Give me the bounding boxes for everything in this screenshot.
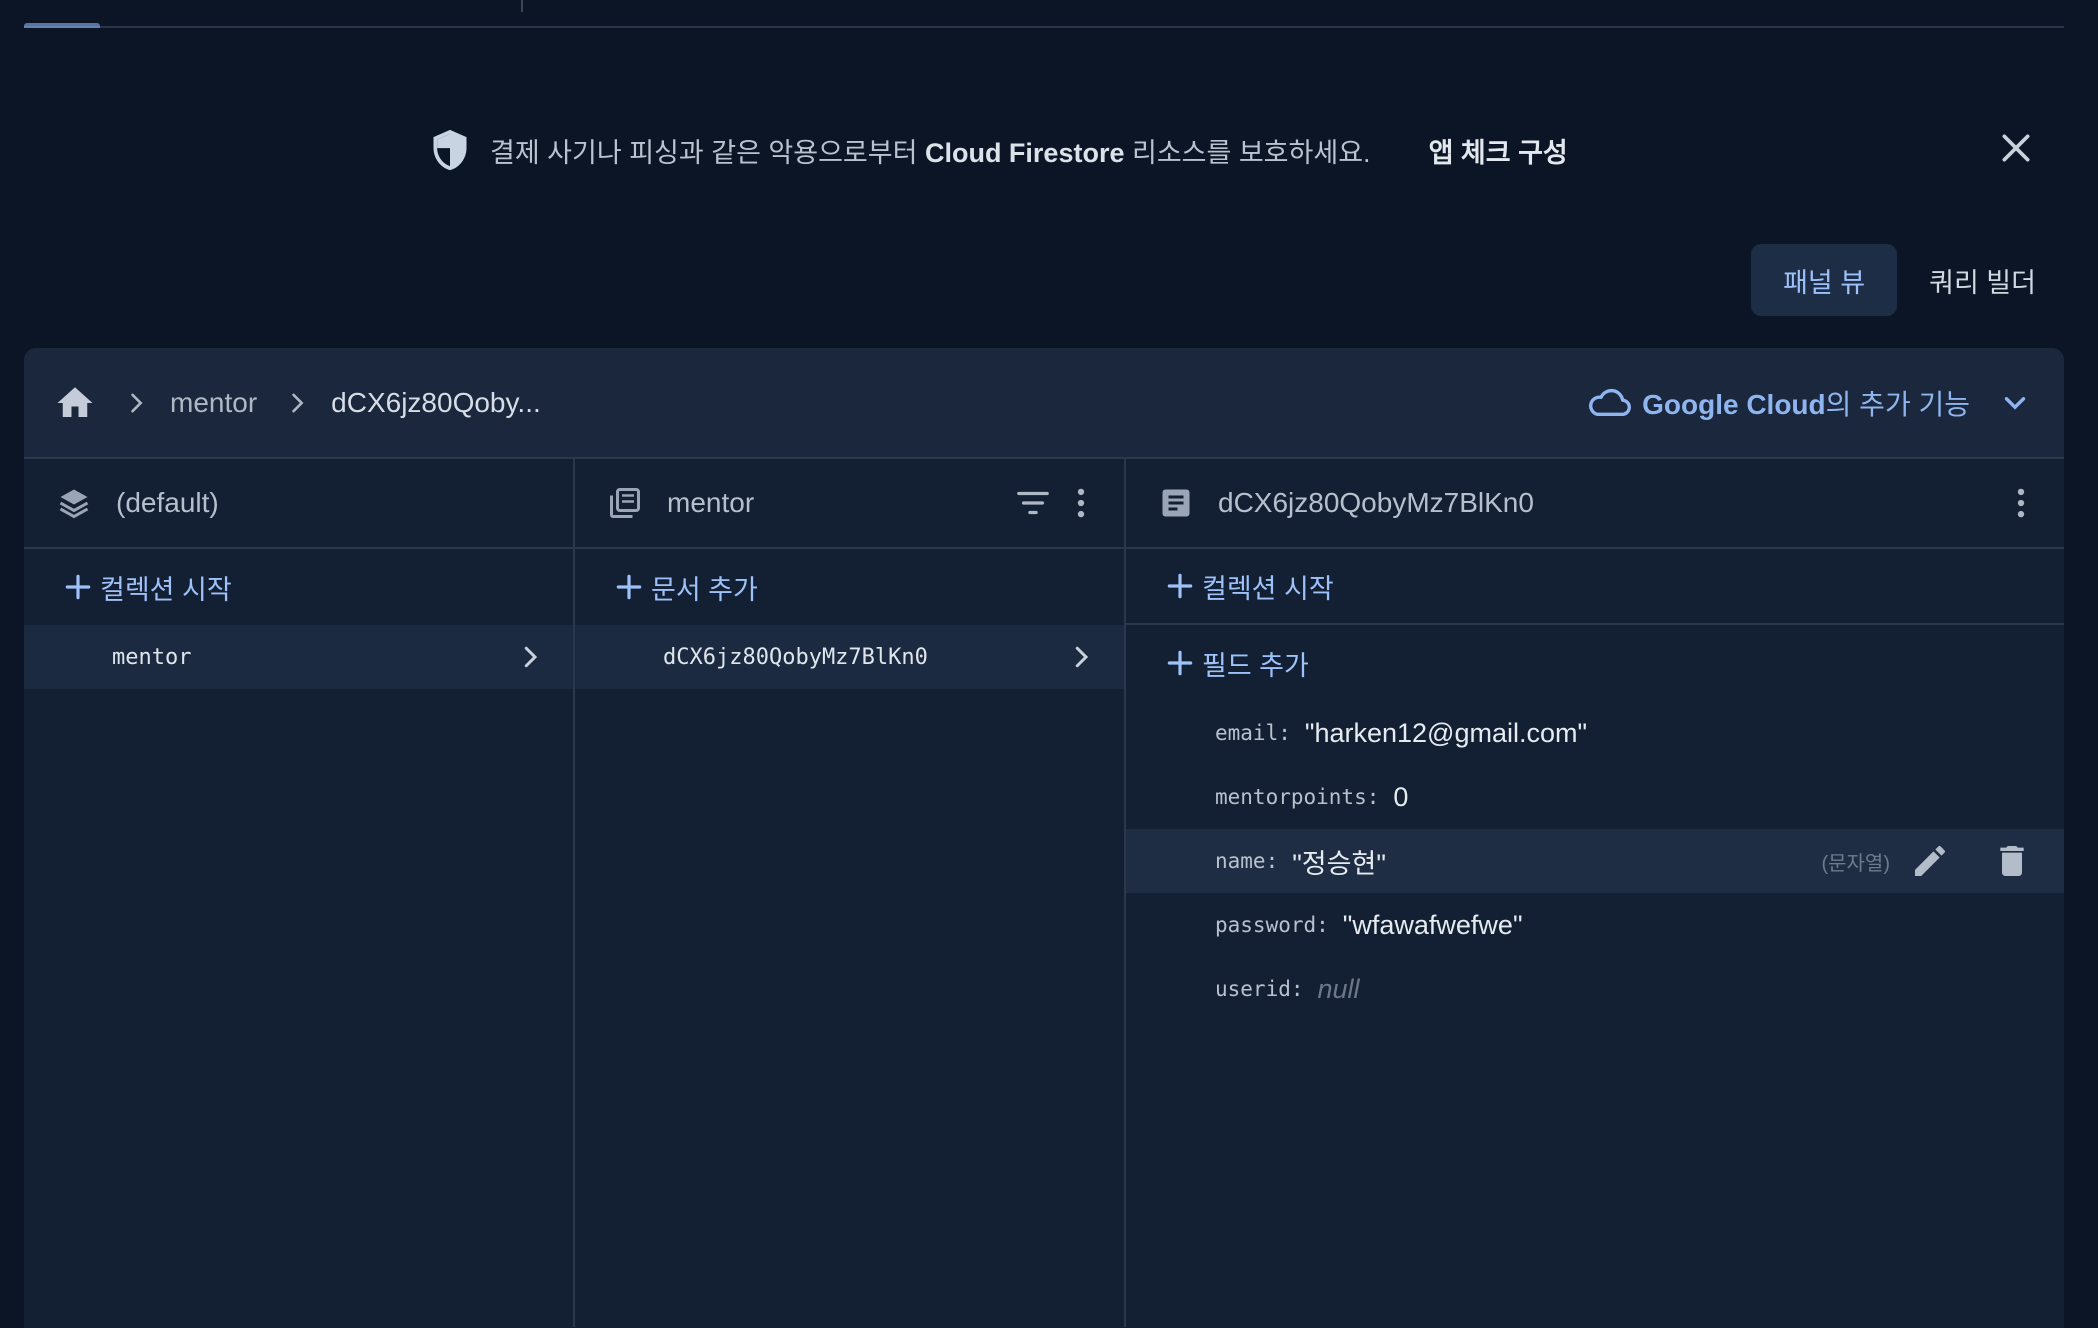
breadcrumb-item-document[interactable]: dCX6jz80Qoby... — [331, 387, 541, 419]
field-row-name[interactable]: name: "정승현" (문자열) — [1126, 829, 2064, 893]
close-icon[interactable] — [1996, 128, 2036, 168]
trash-icon[interactable] — [1992, 841, 2032, 881]
column-header: (default) — [24, 459, 573, 549]
firestore-data-card: mentor dCX6jz80Qoby... Google Cloud의 추가 … — [24, 348, 2064, 1328]
chevron-right-icon — [292, 393, 304, 412]
field-type-label: (문자열) — [1821, 852, 1890, 875]
database-stack-icon — [59, 489, 89, 519]
field-row-mentorpoints[interactable]: mentorpoints: 0 — [1126, 765, 2064, 829]
collection-column: mentor 문서 추가 dCX6jz80QobyMz7BlKn0 — [575, 459, 1126, 1327]
field-row-userid[interactable]: userid: null — [1126, 957, 2064, 1021]
database-column: (default) 컬렉션 시작 mentor — [24, 459, 575, 1327]
field-value: "정승현" — [1292, 848, 1386, 879]
plus-icon — [1167, 650, 1193, 676]
plus-icon — [616, 574, 642, 600]
field-key: mentorpoints: — [1215, 785, 1380, 809]
home-icon[interactable] — [54, 382, 96, 424]
add-field-button[interactable]: 필드 추가 — [1126, 625, 2064, 701]
plus-icon — [65, 574, 91, 600]
chevron-right-icon — [1075, 646, 1089, 668]
top-tab-underline — [24, 0, 2064, 28]
field-value-null: null — [1317, 973, 1360, 1004]
database-title: (default) — [116, 487, 219, 518]
google-cloud-extensions-button[interactable]: Google Cloud의 추가 기능 — [1586, 383, 2032, 423]
app-check-banner: 결제 사기나 피싱과 같은 악용으로부터 Cloud Firestore 리소스… — [428, 124, 1568, 176]
breadcrumb: mentor dCX6jz80Qoby... Google Cloud의 추가 … — [24, 348, 2064, 459]
document-id: dCX6jz80QobyMz7BlKn0 — [663, 644, 928, 670]
plus-icon — [1167, 573, 1193, 599]
tab-divider — [521, 0, 523, 12]
query-builder-button[interactable]: 쿼리 빌더 — [1897, 244, 2068, 316]
field-value: 0 — [1393, 781, 1409, 812]
google-cloud-label: Google Cloud의 추가 기능 — [1642, 388, 1970, 420]
field-key: email: — [1215, 721, 1291, 745]
collection-icon — [610, 488, 640, 518]
view-toggle: 패널 뷰 쿼리 빌더 — [1751, 244, 2068, 316]
field-value: "wfawafwefwe" — [1342, 909, 1523, 940]
field-value: "harken12@gmail.com" — [1304, 717, 1588, 748]
active-tab-indicator — [24, 23, 100, 28]
more-vert-icon[interactable] — [1062, 484, 1100, 522]
chevron-right-icon — [131, 393, 143, 412]
start-collection-button[interactable]: 컬렉션 시작 — [24, 549, 573, 625]
shield-icon — [433, 129, 467, 171]
list-item[interactable]: mentor — [24, 625, 573, 689]
field-row-password[interactable]: password: "wfawafwefwe" — [1126, 893, 2064, 957]
banner-message: 결제 사기나 피싱과 같은 악용으로부터 Cloud Firestore 리소스… — [490, 137, 1371, 168]
configure-app-check-link[interactable]: 앱 체크 구성 — [1429, 131, 1568, 170]
column-header: dCX6jz80QobyMz7BlKn0 — [1126, 459, 2064, 549]
edit-pencil-icon[interactable] — [1910, 841, 1950, 881]
column-header: mentor — [575, 459, 1124, 549]
field-key: name: — [1215, 849, 1279, 873]
chevron-down-icon — [2004, 396, 2026, 410]
filter-icon[interactable] — [1014, 484, 1052, 522]
cloud-icon — [1589, 388, 1632, 416]
field-row-email[interactable]: email: "harken12@gmail.com" — [1126, 701, 2064, 765]
document-title: dCX6jz80QobyMz7BlKn0 — [1218, 487, 1534, 518]
document-column: dCX6jz80QobyMz7BlKn0 컬렉션 시작 필드 추가 email:… — [1126, 459, 2064, 1327]
add-document-button[interactable]: 문서 추가 — [575, 549, 1124, 625]
field-key: userid: — [1215, 977, 1304, 1001]
collection-title: mentor — [667, 487, 755, 518]
document-icon — [1162, 489, 1190, 517]
panel-view-button[interactable]: 패널 뷰 — [1751, 244, 1898, 316]
more-vert-icon[interactable] — [2002, 484, 2040, 522]
collection-name: mentor — [112, 644, 192, 670]
list-item[interactable]: dCX6jz80QobyMz7BlKn0 — [575, 625, 1124, 689]
start-subcollection-button[interactable]: 컬렉션 시작 — [1126, 549, 2064, 625]
chevron-right-icon — [524, 646, 538, 668]
field-key: password: — [1215, 913, 1329, 937]
breadcrumb-item-mentor[interactable]: mentor — [170, 387, 257, 419]
